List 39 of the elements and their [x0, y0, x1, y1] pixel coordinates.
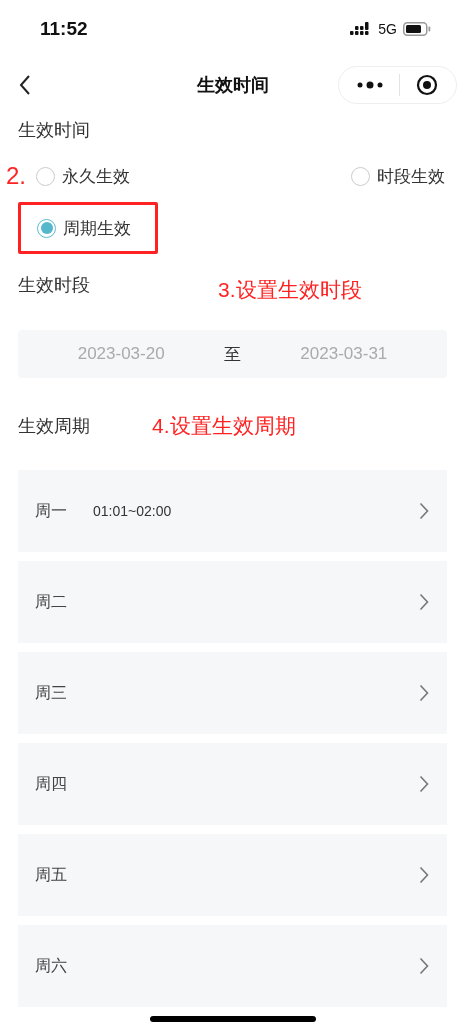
status-time: 11:52	[40, 18, 88, 40]
section-label: 生效时段	[18, 273, 90, 297]
network-label: 5G	[378, 21, 397, 37]
target-icon	[416, 74, 438, 96]
section-label: 生效周期	[18, 414, 90, 438]
chevron-icon	[419, 684, 429, 702]
start-date: 2023-03-20	[77, 344, 165, 364]
end-date: 2023-03-31	[300, 344, 388, 364]
more-icon	[357, 81, 383, 89]
date-range-field[interactable]: 2023-03-20 至 2023-03-31	[18, 330, 447, 378]
weekday-label: 周一	[35, 500, 67, 522]
radio-option[interactable]: 时段生效	[351, 164, 445, 188]
page-title: 生效时间	[195, 73, 270, 97]
back-icon	[18, 74, 32, 96]
weekday-row[interactable]: 周四	[18, 743, 447, 825]
weekday-row[interactable]: 周五	[18, 834, 447, 916]
radio-option[interactable]: 永久生效	[36, 164, 130, 188]
weekday-label: 周三	[35, 682, 67, 704]
weekday-label: 周四	[35, 773, 67, 795]
radio-option[interactable]: 周期生效	[37, 216, 131, 240]
annotation-text: 3.设置生效时段	[218, 277, 362, 303]
weekday-row[interactable]: 周三	[18, 652, 447, 734]
weekday-label: 周六	[35, 955, 67, 977]
weekday-label: 周二	[35, 591, 67, 613]
range-separator: 至	[224, 342, 241, 366]
time-range: 01:01~02:00	[93, 503, 172, 519]
chevron-icon	[419, 957, 429, 975]
weekday-row[interactable]: 周一 01:01~02:00	[18, 470, 447, 552]
chevron-icon	[419, 775, 429, 793]
weekday-row[interactable]: 周二	[18, 561, 447, 643]
annotation-text: 4.设置生效周期	[152, 413, 296, 439]
section-label: 生效时间	[18, 118, 91, 142]
weekday-row[interactable]: 周六	[18, 925, 447, 1007]
battery-icon	[403, 22, 431, 36]
chevron-icon	[419, 593, 429, 611]
chevron-icon	[419, 866, 429, 884]
annotation-text: 2.	[6, 162, 27, 190]
chevron-icon	[419, 502, 429, 520]
weekday-label: 周五	[35, 864, 67, 886]
